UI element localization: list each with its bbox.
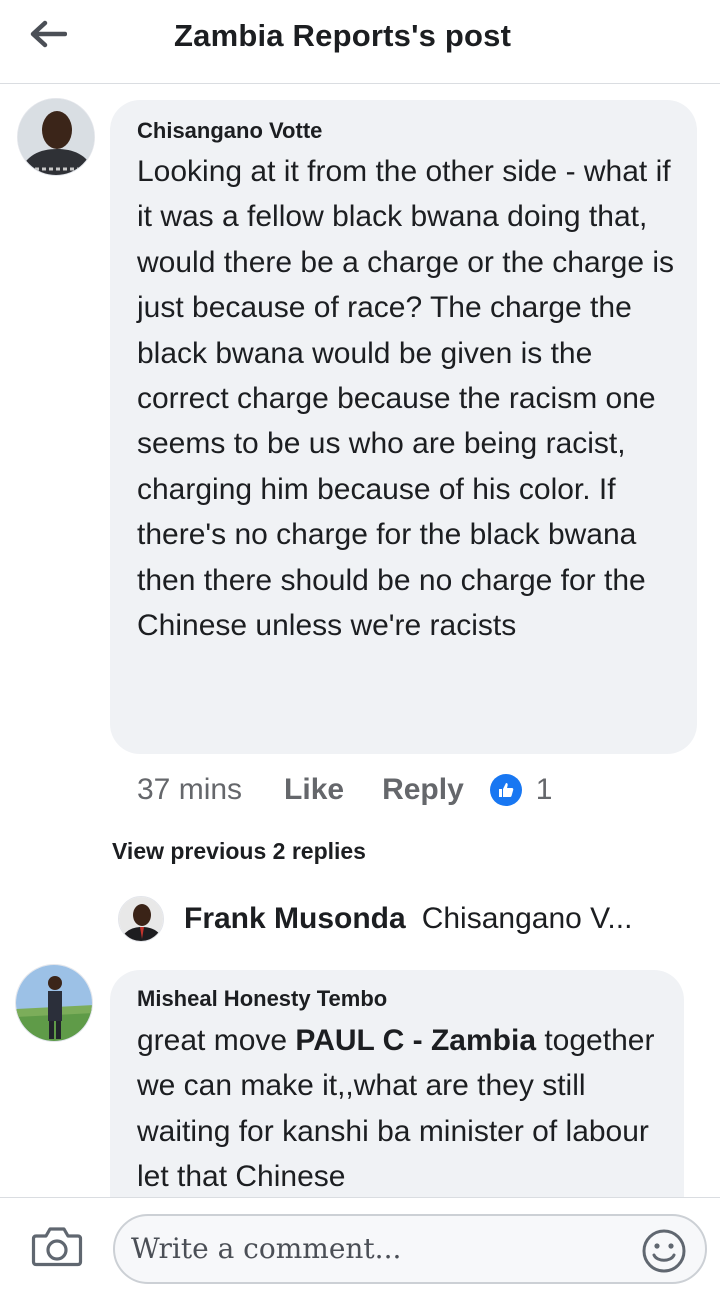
- avatar[interactable]: [15, 964, 93, 1042]
- comment-text: great move PAUL C - Zambia together we c…: [137, 1018, 677, 1200]
- arrow-left-icon: [30, 20, 67, 48]
- camera-button[interactable]: [28, 1220, 86, 1272]
- reaction-count[interactable]: 1: [536, 773, 553, 807]
- comment-input-placeholder: Write a comment...: [131, 1232, 402, 1265]
- page-title: Zambia Reports's post: [174, 18, 512, 53]
- avatar[interactable]: [118, 896, 164, 942]
- comment-bubble[interactable]: Chisangano Votte Looking at it from the …: [110, 100, 697, 754]
- camera-icon: [31, 1227, 83, 1267]
- top-app-bar: Zambia Reports's post: [0, 0, 720, 84]
- reply-preview[interactable]: Frank Musonda Chisangano V...: [118, 893, 632, 945]
- reply-button[interactable]: Reply: [382, 773, 464, 807]
- back-button[interactable]: [26, 14, 70, 54]
- comment-author[interactable]: Misheal Honesty Tembo: [137, 986, 677, 1012]
- comment-text: Looking at it from the other side - what…: [137, 155, 674, 643]
- comment-input[interactable]: Write a comment...: [113, 1214, 707, 1284]
- comment-text-part: great move: [137, 1024, 296, 1057]
- reply-author[interactable]: Frank Musonda: [184, 902, 406, 936]
- smiley-icon[interactable]: [641, 1228, 687, 1274]
- avatar[interactable]: [17, 98, 95, 176]
- reply-snippet: Chisangano V...: [421, 902, 633, 935]
- comment-author[interactable]: Chisangano Votte: [137, 118, 685, 144]
- like-button[interactable]: Like: [284, 773, 344, 807]
- comment-timestamp[interactable]: 37 mins: [137, 773, 242, 807]
- view-previous-replies-link[interactable]: View previous 2 replies: [112, 838, 366, 865]
- comment-composer: Write a comment...: [0, 1197, 720, 1296]
- comment-actions: 37 mins Like Reply 1: [137, 768, 552, 812]
- mention-link[interactable]: PAUL C - Zambia: [295, 1024, 536, 1057]
- thumbs-up-icon[interactable]: [489, 774, 522, 806]
